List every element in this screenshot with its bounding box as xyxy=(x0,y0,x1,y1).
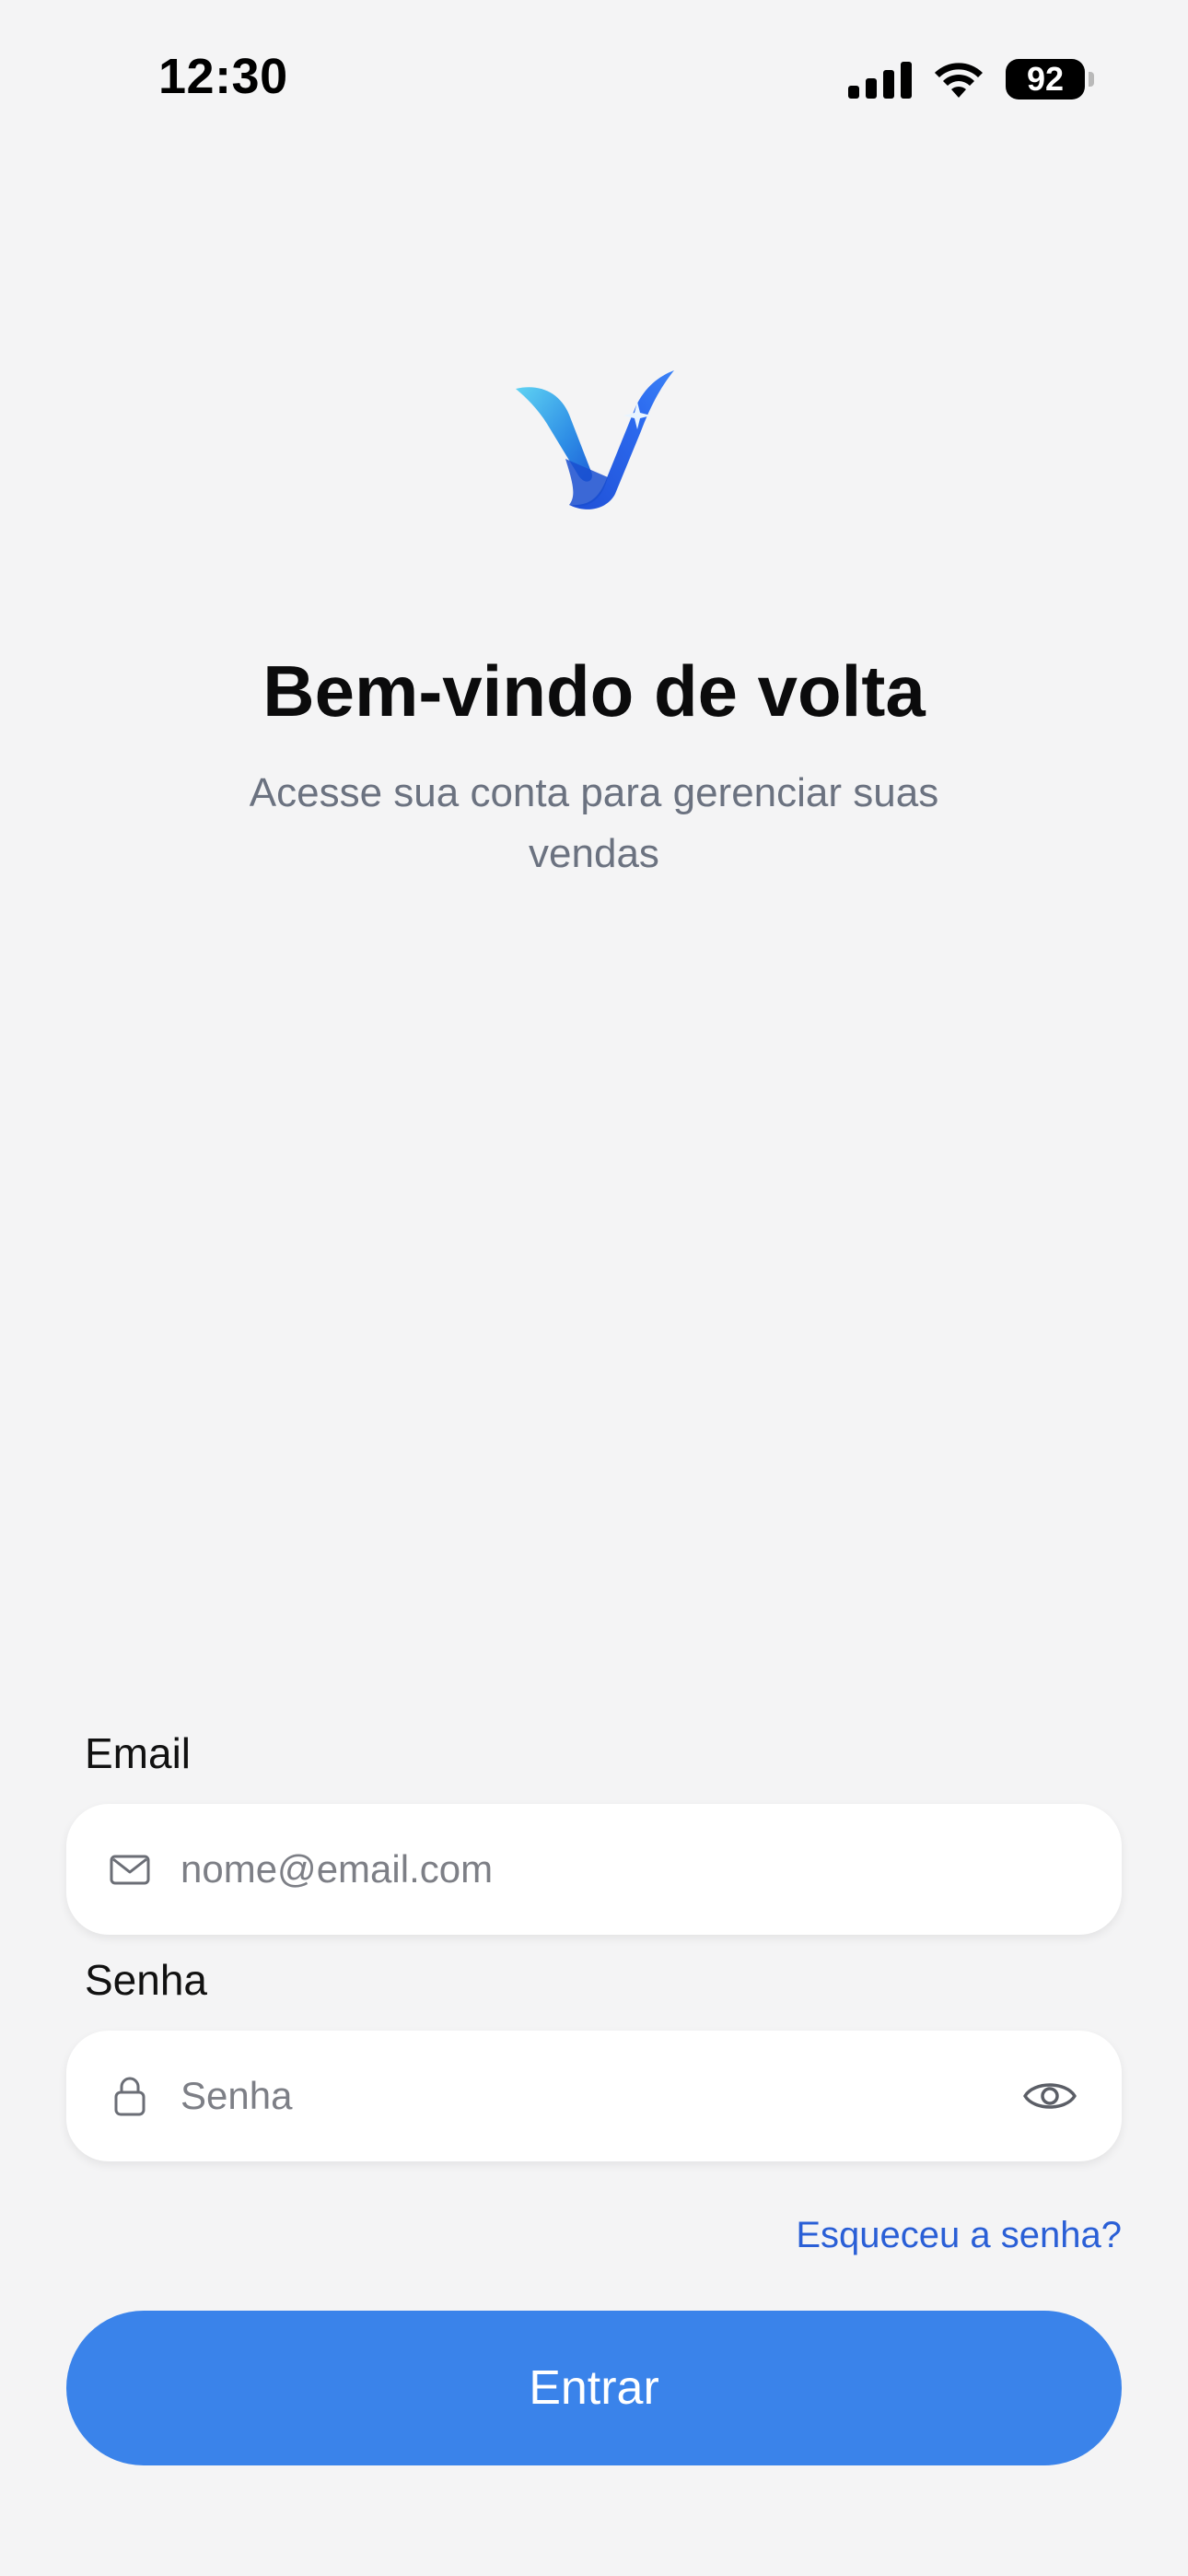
status-bar: 12:30 92 xyxy=(0,0,1188,157)
cellular-signal-icon xyxy=(848,60,912,99)
login-screen: 12:30 92 Bem-vindo de volta Acesse sua c… xyxy=(0,0,1188,2576)
forgot-password-link[interactable]: Esqueceu a senha? xyxy=(796,2215,1122,2256)
password-field[interactable] xyxy=(66,2031,1122,2161)
battery-level: 92 xyxy=(1026,60,1065,98)
email-label: Email xyxy=(85,1729,192,1777)
battery-cap xyxy=(1089,72,1094,87)
email-field[interactable] xyxy=(66,1804,1122,1935)
lock-icon xyxy=(114,2077,146,2116)
page-title: Bem-vindo de volta xyxy=(262,650,926,732)
login-button[interactable]: Entrar xyxy=(66,2311,1122,2465)
battery-icon: 92 xyxy=(1006,59,1094,100)
email-input[interactable] xyxy=(181,1804,991,1935)
password-input[interactable] xyxy=(181,2031,991,2161)
status-icons: 92 xyxy=(848,57,1094,101)
wifi-icon xyxy=(935,63,983,98)
eye-icon[interactable] xyxy=(1022,2076,1077,2116)
mail-icon xyxy=(110,1855,150,1885)
brand-v-logo-icon xyxy=(516,370,674,509)
page-subtitle: Acesse sua conta para gerenciar suas ven… xyxy=(249,770,939,876)
status-time: 12:30 xyxy=(158,49,288,104)
password-label: Senha xyxy=(85,1956,208,2004)
